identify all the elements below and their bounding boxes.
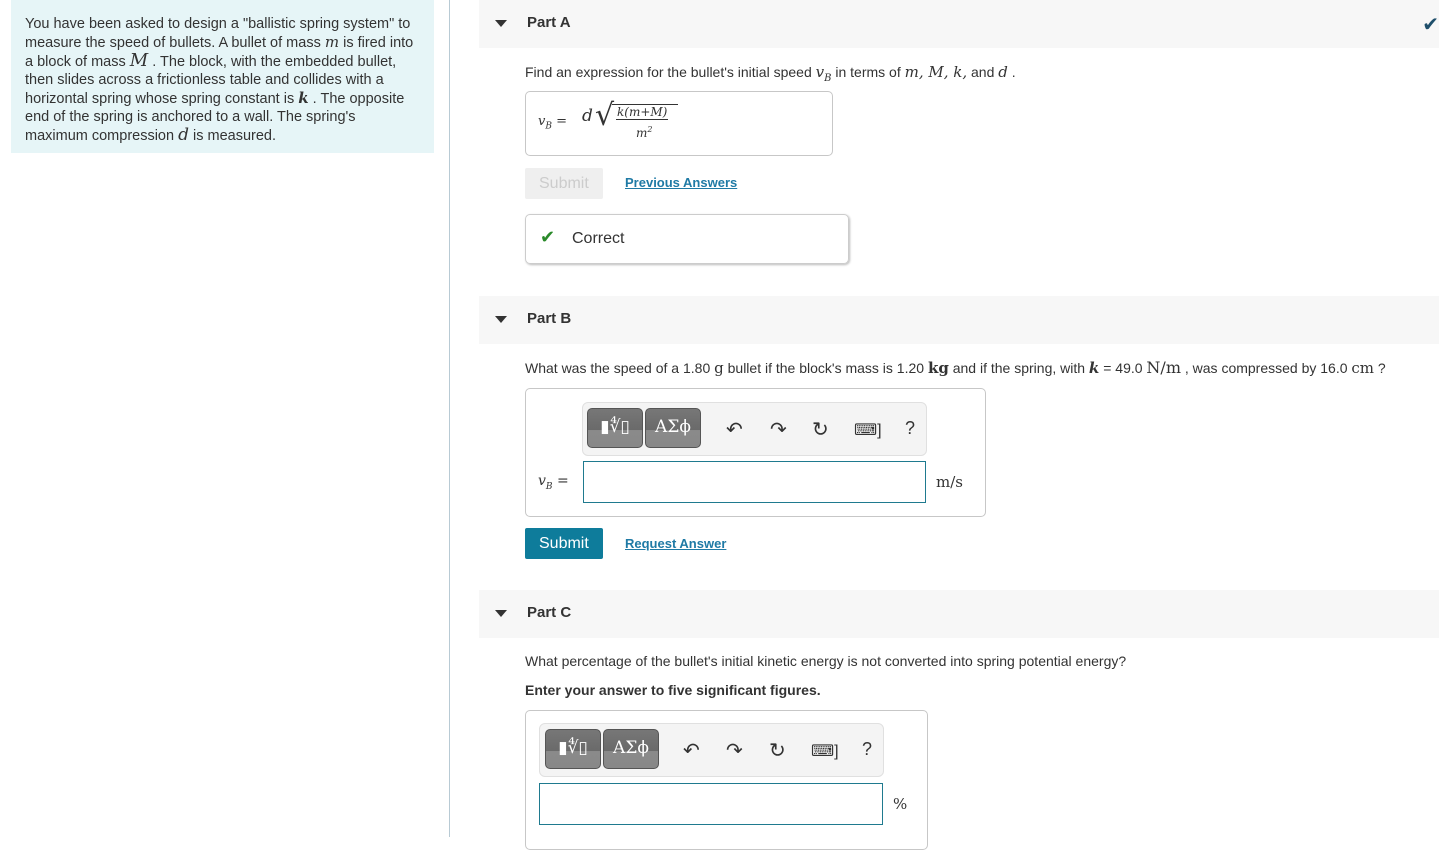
unit-label: m/s — [936, 473, 963, 491]
part-c-title: Part C — [527, 604, 572, 621]
math-toolbar: ▮∜▯ ΑΣϕ ↶ ↷ ↻ ⌨] ? — [539, 723, 884, 777]
greek-symbols-button[interactable]: ΑΣϕ — [645, 408, 701, 448]
check-icon: ✔ — [540, 227, 556, 247]
part-a-title: Part A — [527, 14, 571, 31]
greek-symbols-button[interactable]: ΑΣϕ — [603, 729, 659, 769]
var-k: k — [298, 89, 309, 107]
keyboard-icon[interactable]: ⌨] — [854, 420, 882, 440]
part-c-header[interactable]: Part C — [479, 590, 1439, 638]
undo-icon[interactable]: ↶ — [726, 417, 743, 442]
correct-feedback: ✔ Correct — [525, 214, 849, 264]
request-answer-link[interactable]: Request Answer — [625, 536, 726, 551]
collapse-triangle-icon[interactable] — [495, 610, 507, 617]
part-a-header[interactable]: Part A ✔ — [479, 0, 1439, 48]
help-button[interactable]: ? — [862, 739, 872, 760]
var-m: m — [324, 33, 340, 51]
part-c-instruction: Enter your answer to five significant fi… — [525, 682, 821, 698]
problem-intro: You have been asked to design a "ballist… — [11, 0, 434, 153]
redo-icon[interactable]: ↷ — [726, 738, 743, 763]
part-a-question: Find an expression for the bullet's init… — [525, 63, 1016, 84]
part-a-answer-box: vB = d √ k(m+M) m2 — [525, 91, 833, 156]
var-M: M — [129, 50, 149, 71]
fraction-denominator: m2 — [636, 125, 653, 140]
part-b-header[interactable]: Part B — [479, 296, 1439, 344]
reset-icon[interactable]: ↻ — [812, 417, 829, 442]
math-toolbar: ▮∜▯ ΑΣϕ ↶ ↷ ↻ ⌨] ? — [582, 402, 927, 456]
column-divider — [449, 0, 450, 837]
var-d: d — [178, 125, 189, 145]
part-c-answer-panel: ▮∜▯ ΑΣϕ ↶ ↷ ↻ ⌨] ? % — [525, 710, 928, 850]
part-b-submit-button[interactable]: Submit — [525, 528, 603, 559]
speed-answer-input[interactable] — [583, 461, 926, 503]
fraction-numerator: k(m+M) — [616, 105, 669, 120]
collapse-triangle-icon[interactable] — [495, 316, 507, 323]
check-icon: ✔ — [1422, 14, 1439, 36]
templates-button[interactable]: ▮∜▯ — [545, 729, 601, 769]
help-button[interactable]: ? — [905, 418, 915, 439]
previous-answers-link[interactable]: Previous Answers — [625, 175, 737, 190]
variable-label: vB = — [538, 473, 569, 492]
redo-icon[interactable]: ↷ — [770, 417, 787, 442]
part-b-title: Part B — [527, 310, 572, 327]
part-b-answer-panel: ▮∜▯ ΑΣϕ ↶ ↷ ↻ ⌨] ? vB = m/s — [525, 388, 986, 517]
collapse-triangle-icon[interactable] — [495, 20, 507, 27]
percentage-answer-input[interactable] — [539, 783, 883, 825]
part-a-submit-button: Submit — [525, 168, 603, 199]
reset-icon[interactable]: ↻ — [769, 738, 786, 763]
undo-icon[interactable]: ↶ — [683, 738, 700, 763]
keyboard-icon[interactable]: ⌨] — [811, 741, 839, 761]
part-b-question: What was the speed of a 1.80 g bullet if… — [525, 358, 1386, 377]
unit-label: % — [893, 795, 908, 813]
part-c-question: What percentage of the bullet's initial … — [525, 653, 1127, 669]
templates-button[interactable]: ▮∜▯ — [587, 408, 643, 448]
